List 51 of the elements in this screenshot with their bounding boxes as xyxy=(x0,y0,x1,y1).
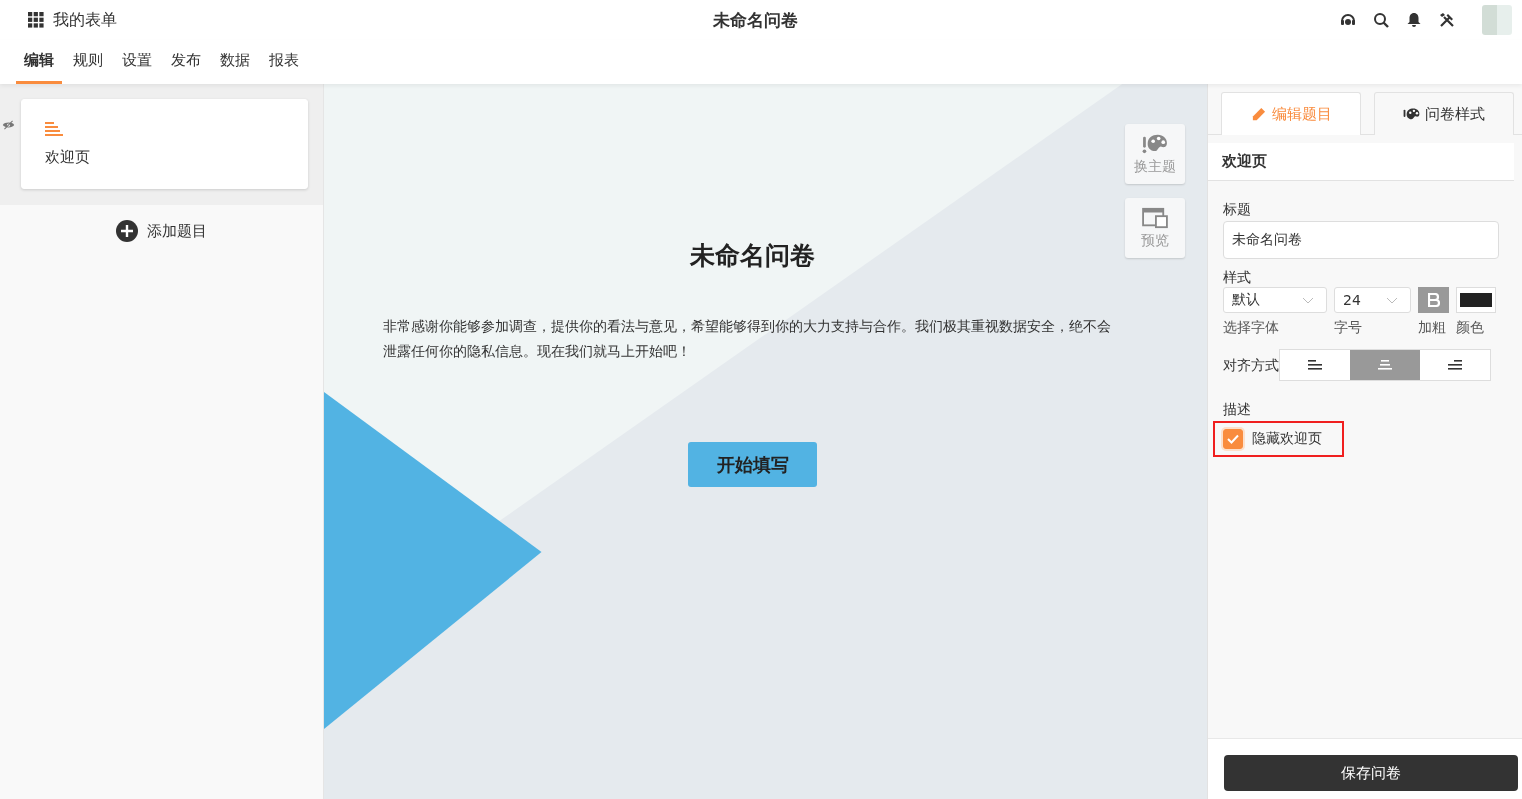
nav-tab[interactable]: 数据 xyxy=(212,40,258,84)
pencil-icon xyxy=(1250,106,1267,122)
headset-icon[interactable] xyxy=(1340,12,1356,28)
tools-icon[interactable] xyxy=(1439,12,1455,28)
palette-icon xyxy=(1403,106,1420,122)
text-lines-icon xyxy=(45,121,63,136)
chevron-down-icon xyxy=(1386,296,1398,304)
save-survey-button[interactable]: 保存问卷 xyxy=(1224,755,1518,791)
eye-icon[interactable] xyxy=(2,120,15,130)
field-label: 样式 xyxy=(1223,268,1251,287)
size-select[interactable]: 24 xyxy=(1334,287,1411,313)
checkbox-box[interactable] xyxy=(1223,429,1243,449)
field-label: 描述 xyxy=(1223,400,1251,419)
font-select[interactable]: 默认 xyxy=(1223,287,1327,313)
field-caption: 颜色 xyxy=(1456,319,1485,337)
bold-toggle[interactable] xyxy=(1418,287,1449,313)
field-caption: 字号 xyxy=(1334,319,1363,337)
align-left-icon xyxy=(1308,360,1322,370)
grid-menu-icon[interactable] xyxy=(28,11,45,29)
title-input[interactable]: 未命名问卷 xyxy=(1223,221,1499,259)
survey-title: 未命名问卷 xyxy=(690,240,815,272)
nav-tab[interactable]: 报表 xyxy=(261,40,307,84)
survey-description: 非常感谢你能够参加调查，提供你的看法与意见，希望能够得到你的大力支持与合作。我们极其重视数据安全，绝不会泄露任何你的隐私信息。现在我们就马上开始吧！ xyxy=(383,317,1112,361)
page-title: 未命名问卷 xyxy=(712,8,798,32)
palette-icon xyxy=(1142,132,1168,155)
browser-window-icon xyxy=(1142,206,1168,229)
align-right-icon xyxy=(1448,360,1462,370)
nav-tab[interactable]: 规则 xyxy=(65,40,111,84)
search-icon[interactable] xyxy=(1373,12,1389,28)
question-label: 欢迎页 xyxy=(45,147,91,167)
bell-icon[interactable] xyxy=(1406,12,1422,28)
field-label: 对齐方式 xyxy=(1223,356,1279,375)
start-button[interactable]: 开始填写 xyxy=(688,442,817,487)
nav-tab[interactable]: 发布 xyxy=(163,40,209,84)
chevron-down-icon xyxy=(1302,296,1314,304)
field-caption: 选择字体 xyxy=(1223,319,1280,337)
question-card[interactable]: 欢迎页 xyxy=(21,99,308,189)
nav-tab[interactable]: 设置 xyxy=(114,40,160,84)
field-label: 标题 xyxy=(1223,200,1251,219)
align-button[interactable] xyxy=(1350,350,1420,380)
add-question-button[interactable]: 添加题目 xyxy=(110,219,213,243)
bold-icon xyxy=(1427,293,1440,307)
panel-tab[interactable]: 问卷样式 xyxy=(1374,92,1514,135)
plus-circle-icon xyxy=(116,220,138,242)
section-header: 欢迎页 xyxy=(1208,143,1514,181)
color-picker[interactable] xyxy=(1456,287,1496,313)
field-caption: 加粗 xyxy=(1418,319,1447,337)
app-title: 我的表单 xyxy=(53,9,117,31)
check-icon xyxy=(1227,434,1239,444)
hide-welcome-checkbox[interactable]: 隐藏欢迎页 xyxy=(1223,429,1322,449)
align-center-icon xyxy=(1378,360,1392,370)
